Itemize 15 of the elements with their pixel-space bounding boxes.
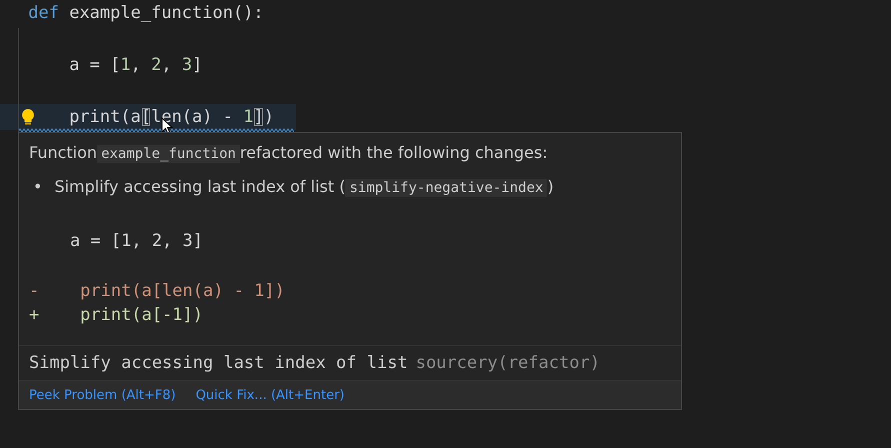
problem-message: Simplify accessing last index of list — [29, 353, 408, 373]
diff-line: + print(a[-1]) — [29, 304, 204, 327]
bullet-item: Simplify accessing last index of list ( simplify-negative-index ) — [54, 176, 554, 199]
lightbulb-icon[interactable] — [22, 109, 34, 125]
action-link[interactable]: Peek Problem (Alt+F8) — [29, 388, 176, 402]
diff-line: a = [1, 2, 3] — [68, 230, 204, 253]
code-line: def example_function(): — [27, 2, 265, 25]
matched-bracket: [ — [140, 107, 152, 127]
action-link[interactable]: Quick Fix... (Alt+Enter) — [196, 388, 344, 402]
code-line: a = [1, 2, 3] — [68, 54, 204, 77]
diff-line: - print(a[len(a) - 1]) — [29, 280, 286, 303]
bullet-marker: • — [33, 176, 42, 198]
matched-bracket: ] — [253, 107, 264, 127]
hover-message: Function example_function refactored with the following changes: — [29, 142, 549, 165]
problem-source: sourcery(refactor) — [416, 353, 600, 373]
